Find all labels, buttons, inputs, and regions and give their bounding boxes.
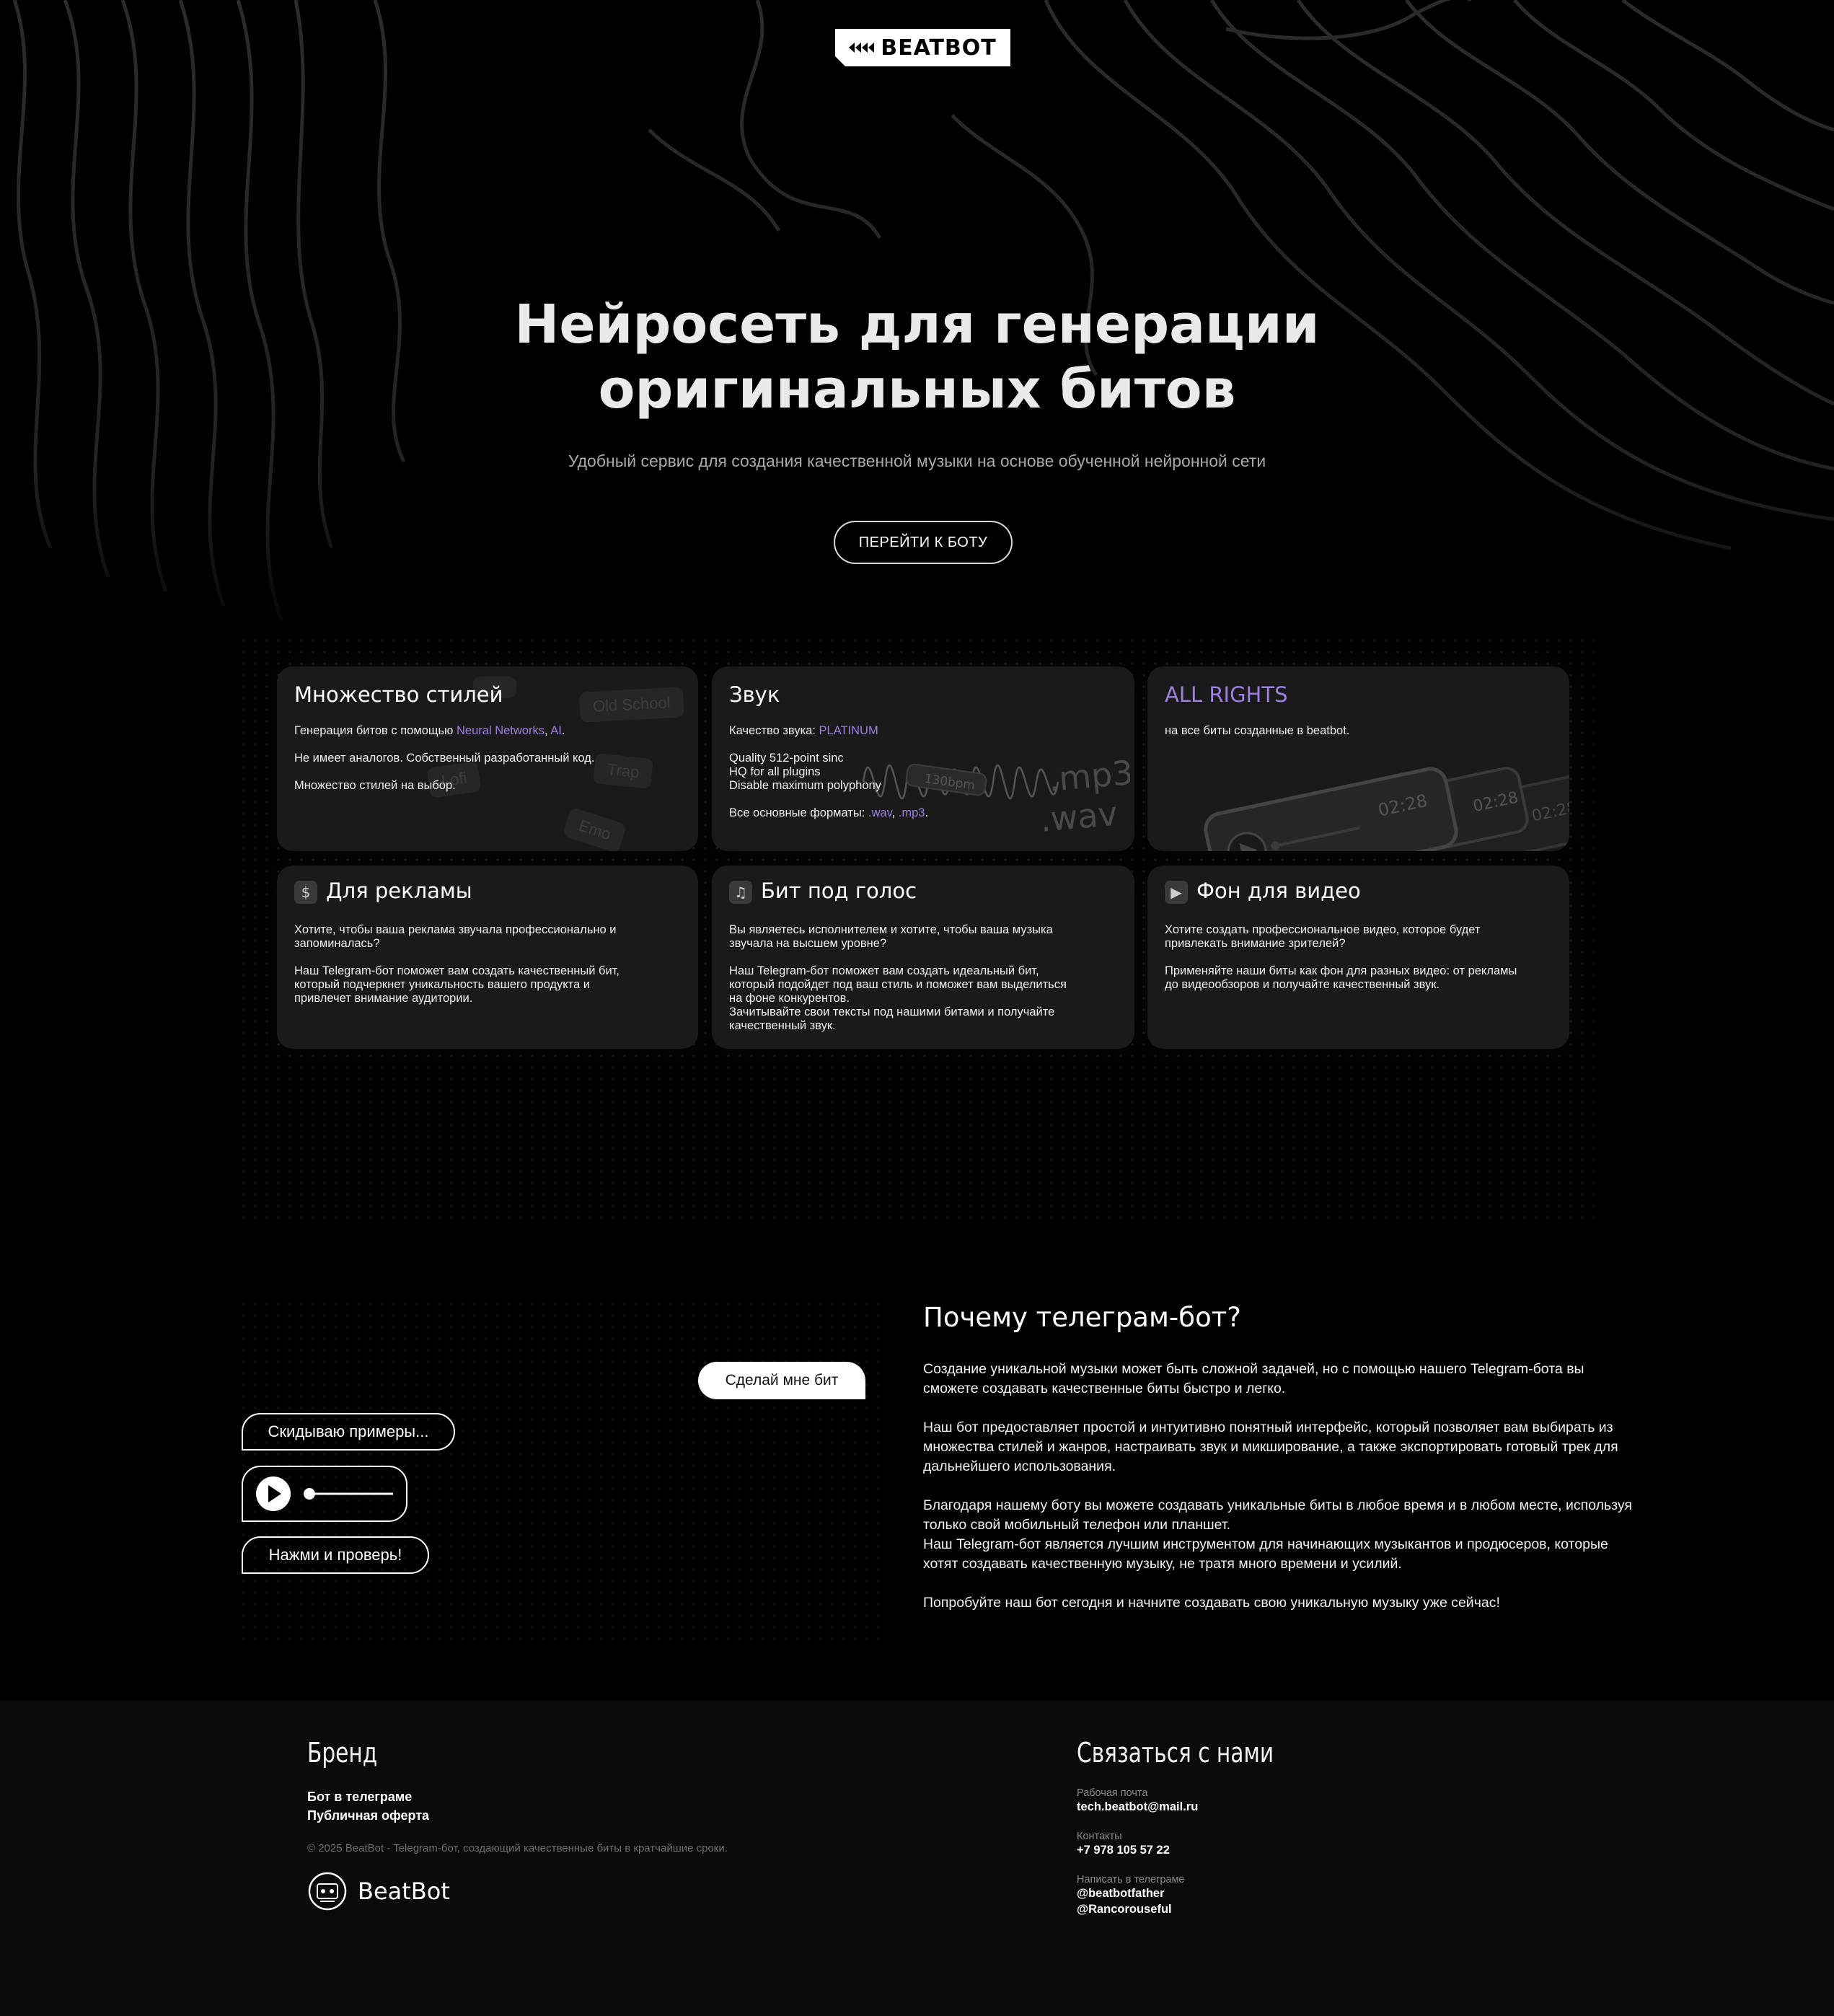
card-text: Хотите создать профессиональное видео, к… bbox=[1165, 923, 1517, 991]
card-title: Звук bbox=[729, 682, 780, 707]
footer-links: Бот в телеграме Публичная оферта bbox=[307, 1787, 429, 1825]
why-title: Почему телеграм-бот? bbox=[923, 1302, 1241, 1333]
quality-value: PLATINUM bbox=[819, 724, 878, 737]
card-text: на все биты созданные в beatbot. bbox=[1165, 724, 1350, 737]
dollar-icon: $ bbox=[294, 881, 317, 904]
card-styles: Old School Trap Lofi Emo Множество стиле… bbox=[277, 666, 698, 851]
why-body: Создание уникальной музыки может быть сл… bbox=[923, 1361, 1632, 1611]
footer: Бренд Бот в телеграме Публичная оферта ©… bbox=[0, 1701, 1834, 2016]
card-video: ▶ Фон для видео Хотите создать профессион… bbox=[1147, 866, 1569, 1049]
highlight-ai: AI bbox=[550, 724, 562, 737]
telegram-label: Написать в телеграме bbox=[1077, 1874, 1185, 1885]
play-icon: ▶ bbox=[1165, 881, 1188, 904]
player-cards-art: 02:28 02:28 02:28 bbox=[1204, 767, 1569, 851]
email-label: Рабочая почта bbox=[1077, 1787, 1148, 1799]
card-text: Генерация битов с помощью Neural Network… bbox=[294, 724, 595, 792]
hero-subtitle: Удобный сервис для создания качественной… bbox=[568, 452, 1266, 470]
footer-contact-title: Связаться с нами bbox=[1077, 1737, 1274, 1769]
highlight-neural-networks: Neural Networks bbox=[457, 724, 545, 737]
footer-contacts: Рабочая почта tech.beatbot@mail.ru Конта… bbox=[1077, 1787, 1198, 1917]
footer-brand-title: Бренд bbox=[307, 1737, 378, 1769]
footer-logo-text: BeatBot bbox=[358, 1878, 450, 1905]
music-note-icon: ♫ bbox=[729, 881, 752, 904]
card-text: Качество звука: PLATINUM Quality 512-poi… bbox=[729, 724, 1117, 834]
beatbot-logo-icon bbox=[308, 1872, 347, 1911]
chat-bot-message[interactable]: Нажми и проверь! bbox=[242, 1536, 429, 1574]
card-sound: 130bpm .mp3 .wav Звук Качество звука: PL… bbox=[712, 666, 1134, 851]
go-to-bot-button[interactable]: ПЕРЕЙТИ К БОТУ bbox=[834, 521, 1013, 564]
footer-brand-logo[interactable]: BeatBot bbox=[307, 1871, 450, 1911]
card-title: $ Для рекламы bbox=[294, 879, 472, 904]
phone-link[interactable]: +7 978 105 57 22 bbox=[1077, 1842, 1198, 1858]
chat-bot-message: Скидываю примеры... bbox=[242, 1413, 455, 1451]
email-link[interactable]: tech.beatbot@mail.ru bbox=[1077, 1799, 1198, 1815]
telegram-link-1[interactable]: @beatbotfather bbox=[1077, 1885, 1198, 1901]
header-logo[interactable]: BEATBOT bbox=[835, 29, 1010, 66]
style-tag: Emo bbox=[562, 806, 627, 851]
hero-title: Нейросеть для генерации оригинальных бит… bbox=[514, 294, 1320, 421]
card-text: Вы являетесь исполнителем и хотите, чтоб… bbox=[729, 923, 1067, 1032]
card-ads: $ Для рекламы Хотите, чтобы ваша реклама … bbox=[277, 866, 698, 1049]
card-title: ♫ Бит под голос bbox=[729, 879, 917, 904]
sound-specs: Quality 512-point sinc HQ for all plugin… bbox=[729, 752, 881, 792]
card-title: Множество стилей bbox=[294, 682, 503, 707]
phone-label: Контакты bbox=[1077, 1831, 1122, 1842]
footer-link-bot[interactable]: Бот в телеграме bbox=[307, 1787, 429, 1806]
card-voice: ♫ Бит под голос Вы являетесь исполнителем… bbox=[712, 866, 1134, 1049]
waveform-logo-icon bbox=[849, 40, 876, 55]
telegram-link-2[interactable]: @Rancorouseful bbox=[1077, 1901, 1198, 1917]
card-title: ALL RIGHTS bbox=[1165, 682, 1288, 707]
audio-player-graphic bbox=[256, 1476, 393, 1511]
card-text: Хотите, чтобы ваша реклама звучала профе… bbox=[294, 923, 620, 1005]
audio-progress-handle[interactable] bbox=[304, 1488, 315, 1500]
footer-copyright: © 2025 BeatBot - Telegram-бот, создающий… bbox=[307, 1842, 728, 1854]
card-rights: 02:28 02:28 02:28 ALL RIGHTS на все биты… bbox=[1147, 666, 1569, 851]
style-tag: Old School bbox=[578, 687, 684, 723]
audio-player[interactable] bbox=[242, 1466, 407, 1522]
card-title: ▶ Фон для видео bbox=[1165, 879, 1361, 904]
logo-text: BEATBOT bbox=[881, 35, 997, 61]
footer-link-offer[interactable]: Публичная оферта bbox=[307, 1806, 429, 1825]
chat-user-message: Сделай мне бит bbox=[698, 1362, 865, 1399]
